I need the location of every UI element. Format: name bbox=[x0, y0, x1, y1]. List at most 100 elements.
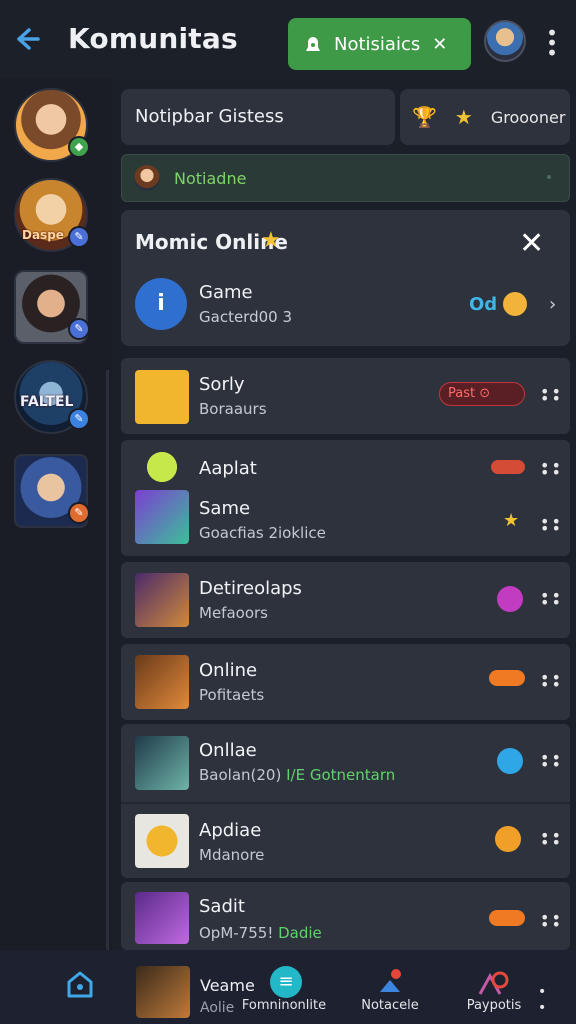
item-subtitle: Mdanore bbox=[199, 846, 265, 864]
star-icon: ★ bbox=[261, 228, 281, 253]
item-name: Detireolaps bbox=[199, 578, 302, 599]
status-dot bbox=[497, 586, 523, 612]
status-pill bbox=[491, 460, 525, 474]
list-item[interactable]: Sadit OpM-755! Dadie •• •• bbox=[121, 882, 570, 950]
game-thumbnail bbox=[135, 892, 189, 944]
filter-button[interactable]: 🏆 ★ Groooner bbox=[400, 89, 570, 145]
list-item[interactable]: Detireolaps Mefaoors •• •• bbox=[121, 562, 570, 638]
more-icon[interactable]: •• •• bbox=[540, 514, 561, 537]
top-bar: Komunitas Notisiaics ✕ • • • bbox=[0, 0, 576, 78]
status-dot bbox=[495, 826, 521, 852]
kebab-icon[interactable]: • • • bbox=[544, 23, 560, 63]
more-icon[interactable]: •• •• bbox=[540, 588, 561, 611]
item-name: Online bbox=[199, 660, 258, 681]
verified-badge-icon: ✎ bbox=[68, 318, 90, 340]
game-thumbnail bbox=[135, 448, 189, 486]
notifications-label: Notisiaics bbox=[334, 33, 421, 55]
more-icon[interactable]: •• •• bbox=[540, 670, 561, 693]
game-status: Od bbox=[469, 294, 498, 315]
filter-label: Groooner bbox=[490, 107, 566, 127]
item-subtitle-text: Baolan(20) bbox=[199, 766, 282, 784]
bell-icon bbox=[302, 33, 324, 55]
nav-community[interactable]: ≡ Fomninonlite bbox=[232, 950, 336, 1024]
verified-badge-icon: ✎ bbox=[68, 408, 90, 430]
nav-notifications-label: Notacele bbox=[361, 998, 419, 1013]
game-subtitle: Gacterd00 3 bbox=[199, 308, 292, 326]
kebab-icon[interactable]: • • bbox=[538, 984, 546, 1016]
item-subtitle-highlight: I/E Gotnentarn bbox=[286, 766, 396, 784]
rail-avatar-2[interactable]: Daspe ✎ bbox=[14, 178, 90, 252]
item-name: Apdiae bbox=[199, 820, 262, 841]
home-icon bbox=[66, 970, 94, 1004]
rail-avatar-tag: FALTEL bbox=[20, 394, 74, 410]
nav-payments[interactable]: Paypotis bbox=[448, 950, 540, 1024]
nav-payments-label: Paypotis bbox=[466, 998, 522, 1013]
more-icon[interactable]: •• •• bbox=[540, 458, 561, 481]
item-name: Onllae bbox=[199, 740, 257, 761]
status-badge: Past ⊙ bbox=[439, 382, 525, 406]
dot-icon bbox=[547, 175, 551, 179]
more-icon[interactable]: •• •• bbox=[540, 910, 561, 933]
notice-avatar bbox=[134, 165, 160, 191]
page-title: Komunitas bbox=[68, 22, 238, 55]
game-thumbnail bbox=[136, 966, 190, 1018]
star-icon: ★ bbox=[503, 510, 520, 531]
item-name: Sorly bbox=[199, 374, 245, 395]
search-input[interactable]: Notipbar Gistess bbox=[135, 106, 284, 127]
close-icon[interactable]: ✕ bbox=[519, 226, 544, 261]
nav-game-sublabel: Aolie bbox=[200, 1000, 235, 1016]
status-dot bbox=[497, 748, 523, 774]
online-panel: Momic Online ★ ✕ i Game Gacterd00 3 Od › bbox=[121, 210, 570, 346]
game-thumbnail bbox=[135, 655, 189, 709]
game-thumbnail bbox=[135, 573, 189, 627]
more-icon[interactable]: •• •• bbox=[540, 384, 561, 407]
payments-icon bbox=[478, 968, 510, 1000]
bottom-nav: Veame Aolie ≡ Fomninonlite Notacele Payp… bbox=[0, 950, 576, 1024]
list-item[interactable]: Sorly Boraaurs Past ⊙ •• •• bbox=[121, 358, 570, 434]
more-icon[interactable]: •• •• bbox=[540, 828, 561, 851]
community-rail: ◆ Daspe ✎ ✎ FALTEL ✎ ✎ bbox=[0, 78, 112, 950]
item-name: Same bbox=[199, 498, 251, 519]
back-arrow-icon[interactable] bbox=[12, 24, 46, 58]
more-icon[interactable]: •• •• bbox=[540, 750, 561, 773]
nav-notifications[interactable]: Notacele bbox=[346, 950, 434, 1024]
verified-badge-icon: ✎ bbox=[68, 226, 90, 248]
search-card[interactable]: Notipbar Gistess bbox=[121, 89, 395, 145]
rail-avatar-3[interactable]: ✎ bbox=[14, 270, 90, 344]
status-pill bbox=[489, 670, 525, 686]
notifications-button[interactable]: Notisiaics ✕ bbox=[288, 18, 471, 70]
rail-avatar-tag: Daspe bbox=[22, 228, 64, 242]
verified-badge-icon: ✎ bbox=[68, 502, 90, 524]
nav-home[interactable] bbox=[56, 950, 104, 1024]
item-subtitle: Pofitaets bbox=[199, 686, 265, 704]
rail-avatar-5[interactable]: ✎ bbox=[14, 454, 90, 528]
network-icon bbox=[376, 968, 404, 998]
game-thumbnail bbox=[135, 490, 189, 544]
rail-scrollbar[interactable] bbox=[106, 370, 109, 950]
status-pill bbox=[489, 910, 525, 926]
item-subtitle: Boraaurs bbox=[199, 400, 267, 418]
game-icon[interactable]: i bbox=[135, 278, 187, 330]
star-icon: ★ bbox=[454, 105, 473, 129]
close-icon[interactable]: ✕ bbox=[432, 34, 447, 55]
item-name: Sadit bbox=[199, 896, 245, 917]
item-subtitle: OpM-755! Dadie bbox=[199, 924, 322, 942]
list-item[interactable]: Online Pofitaets •• •• bbox=[121, 644, 570, 720]
list-item[interactable]: Aaplat •• •• Same Goacfias 2ioklice ★ •• •… bbox=[121, 440, 570, 556]
notice-banner[interactable]: Notiadne bbox=[121, 154, 570, 202]
game-name: Game bbox=[199, 282, 253, 303]
nav-community-label: Fomninonlite bbox=[241, 998, 327, 1013]
rail-avatar-1[interactable]: ◆ bbox=[14, 88, 90, 162]
item-subtitle: Mefaoors bbox=[199, 604, 268, 622]
item-subtitle: Baolan(20) I/E Gotnentarn bbox=[199, 766, 395, 784]
rail-avatar-4[interactable]: FALTEL ✎ bbox=[14, 360, 90, 434]
game-thumbnail bbox=[135, 736, 189, 790]
chat-icon: ≡ bbox=[270, 966, 302, 998]
game-thumbnail bbox=[135, 814, 189, 868]
item-name: Aaplat bbox=[199, 458, 257, 479]
list-item[interactable]: Onllae Baolan(20) I/E Gotnentarn •• •• Ap… bbox=[121, 724, 570, 878]
chevron-right-icon[interactable]: › bbox=[549, 294, 556, 315]
profile-avatar[interactable] bbox=[484, 20, 526, 62]
row-divider bbox=[121, 802, 570, 804]
emoji-icon bbox=[503, 292, 527, 316]
